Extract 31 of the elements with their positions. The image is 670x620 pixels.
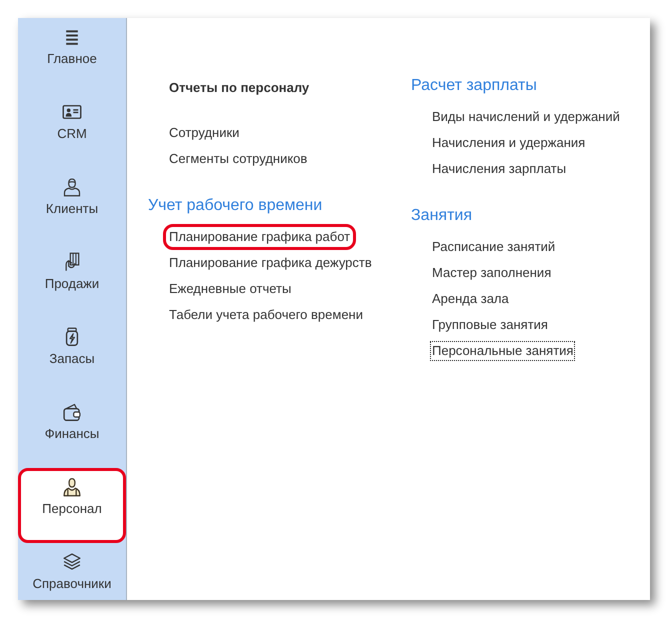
- sidebar-item[interactable]: Главное: [18, 18, 126, 93]
- person-icon: [62, 477, 82, 497]
- group-heading: Отчеты по персоналу: [168, 79, 310, 97]
- group-heading: Занятия: [411, 206, 473, 226]
- sidebar-item[interactable]: Продажи: [18, 243, 126, 318]
- id-card-icon: [62, 102, 82, 122]
- sidebar-item[interactable]: Запасы: [18, 318, 126, 393]
- menu-link[interactable]: Начисления и удержания: [432, 130, 586, 156]
- sidebar-item[interactable]: Финансы: [18, 393, 126, 468]
- menu-link[interactable]: Персональные занятия: [430, 341, 576, 361]
- sidebar-item[interactable]: Клиенты: [18, 168, 126, 243]
- menu-link[interactable]: Сотрудники: [169, 120, 240, 146]
- wallet-icon: [62, 402, 82, 422]
- menu-link[interactable]: Ежедневные отчеты: [169, 276, 292, 302]
- menu-link[interactable]: Групповые занятия: [432, 312, 548, 338]
- sidebar-item[interactable]: Справочники: [18, 543, 126, 600]
- group-heading: Учет рабочего времени: [148, 196, 324, 216]
- menu-link[interactable]: Планирование графика дежурств: [169, 250, 372, 276]
- menu-link[interactable]: Расписание занятий: [432, 234, 556, 260]
- group-heading: Расчет зарплаты: [411, 76, 538, 96]
- menu-link[interactable]: Виды начислений и удержаний: [432, 104, 620, 130]
- sidebar-item[interactable]: CRM: [18, 93, 126, 168]
- sidebar-item[interactable]: Персонал: [18, 468, 126, 543]
- menu-link[interactable]: Сегменты сотрудников: [169, 146, 308, 172]
- person-icon: [62, 177, 82, 197]
- menu-link[interactable]: Мастер заполнения: [432, 260, 552, 286]
- menu-link[interactable]: Аренда зала: [432, 286, 509, 312]
- layers-icon: [62, 552, 82, 572]
- menu-link[interactable]: Табели учета рабочего времени: [169, 302, 363, 328]
- menu-link[interactable]: Планирование графика работ: [163, 224, 356, 250]
- menu-link[interactable]: Начисления зарплаты: [432, 156, 566, 182]
